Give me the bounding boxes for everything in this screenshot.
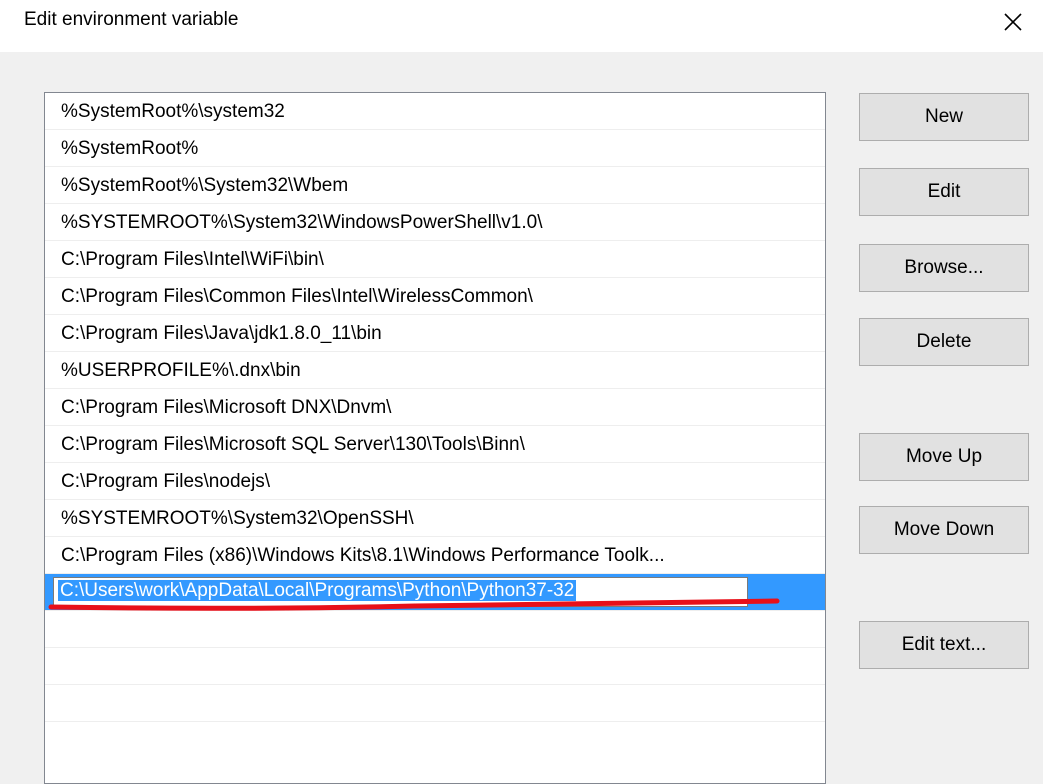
path-list[interactable]: %SystemRoot%\system32 %SystemRoot% %Syst… <box>44 92 826 784</box>
empty-row[interactable] <box>45 685 825 722</box>
list-item[interactable]: %SystemRoot%\System32\Wbem <box>45 167 825 204</box>
selected-text: C:\Users\work\AppData\Local\Programs\Pyt… <box>58 580 577 601</box>
new-button[interactable]: New <box>859 93 1029 141</box>
list-item-editing[interactable]: C:\Users\work\AppData\Local\Programs\Pyt… <box>45 574 825 611</box>
list-item[interactable]: C:\Program Files\nodejs\ <box>45 463 825 500</box>
edit-button[interactable]: Edit <box>859 168 1029 216</box>
close-button[interactable] <box>993 2 1033 42</box>
window-title: Edit environment variable <box>24 9 239 30</box>
delete-button[interactable]: Delete <box>859 318 1029 366</box>
empty-row[interactable] <box>45 611 825 648</box>
list-item[interactable]: C:\Program Files (x86)\Windows Kits\8.1\… <box>45 537 825 574</box>
list-item[interactable]: C:\Program Files\Microsoft SQL Server\13… <box>45 426 825 463</box>
list-item[interactable]: %USERPROFILE%\.dnx\bin <box>45 352 825 389</box>
move-down-button[interactable]: Move Down <box>859 506 1029 554</box>
move-up-button[interactable]: Move Up <box>859 433 1029 481</box>
list-item[interactable]: C:\Program Files\Common Files\Intel\Wire… <box>45 278 825 315</box>
browse-button[interactable]: Browse... <box>859 244 1029 292</box>
title-bar[interactable]: Edit environment variable <box>0 0 1043 52</box>
list-item[interactable]: %SYSTEMROOT%\System32\WindowsPowerShell\… <box>45 204 825 241</box>
list-item[interactable]: C:\Program Files\Microsoft DNX\Dnvm\ <box>45 389 825 426</box>
edit-text-button[interactable]: Edit text... <box>859 621 1029 669</box>
list-item[interactable]: %SYSTEMROOT%\System32\OpenSSH\ <box>45 500 825 537</box>
empty-row[interactable] <box>45 648 825 685</box>
list-item[interactable]: C:\Program Files\Intel\WiFi\bin\ <box>45 241 825 278</box>
list-item[interactable]: %SystemRoot% <box>45 130 825 167</box>
list-item[interactable]: C:\Program Files\Java\jdk1.8.0_11\bin <box>45 315 825 352</box>
edit-environment-variable-dialog: Edit environment variable %SystemRoot%\s… <box>0 0 1043 784</box>
close-icon <box>1004 13 1022 31</box>
path-edit-input[interactable]: C:\Users\work\AppData\Local\Programs\Pyt… <box>53 577 748 607</box>
list-item[interactable]: %SystemRoot%\system32 <box>45 93 825 130</box>
